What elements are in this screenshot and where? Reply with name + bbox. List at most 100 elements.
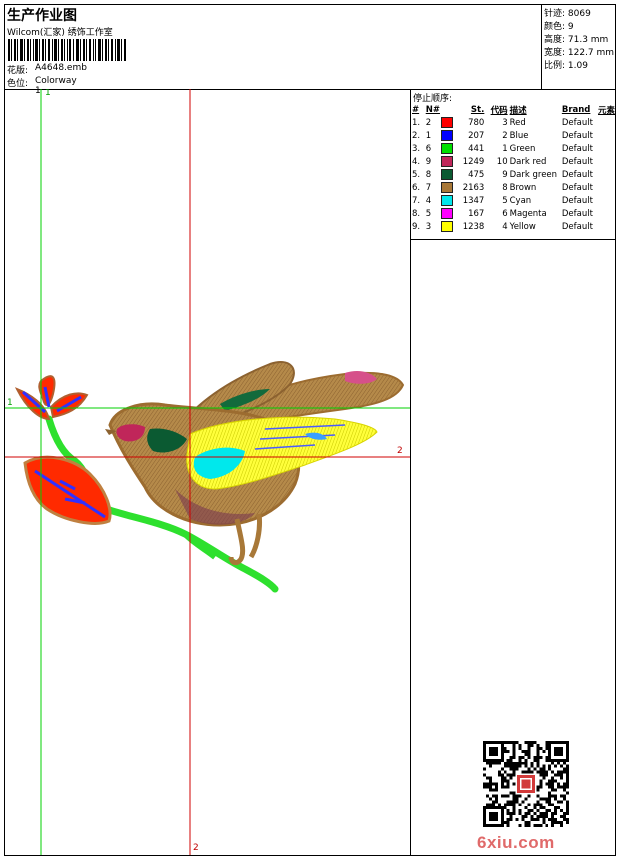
row-element <box>597 194 616 207</box>
embroidery-preview <box>5 89 410 855</box>
col-brand: Brand <box>561 104 591 115</box>
red-guide-right-label: 2 <box>397 446 403 456</box>
thread-row: 9. 3 1238 4 Yellow Default <box>411 220 616 233</box>
row-stitches: 780 <box>468 117 485 128</box>
design-width: 宽度: 122.7 mm <box>544 48 615 58</box>
green-guide-top-label: 1 <box>45 89 51 98</box>
green-guide-left-label: 1 <box>7 398 13 408</box>
row-code: 2 <box>502 130 508 141</box>
col-element: 元素 <box>597 105 615 116</box>
row-needle-and-color: 5 <box>425 207 454 220</box>
production-sheet: 生产作业图 Wilcom(汇家) 绣饰工作室 花版: A4648.emb 色位:… <box>4 4 616 856</box>
col-description: 描述 <box>509 105 527 116</box>
color-swatch <box>441 143 454 154</box>
row-index: 4. <box>412 156 421 167</box>
design-scale: 比例: 1.09 <box>544 61 588 71</box>
color-swatch <box>441 208 454 219</box>
col-stitches: St. <box>470 104 485 115</box>
row-stitches: 441 <box>468 143 485 154</box>
thread-table-header: # N# St. 代码 描述 Brand 元素 <box>411 103 616 116</box>
thread-row: 1. 2 780 3 Red Default <box>411 116 616 129</box>
row-description: Magenta <box>509 208 547 219</box>
row-element <box>597 129 616 142</box>
row-stitches: 1249 <box>462 156 485 167</box>
color-swatch <box>441 156 454 167</box>
row-code: 3 <box>502 117 508 128</box>
row-needle-and-color: 6 <box>425 142 454 155</box>
row-brand: Default <box>561 169 593 180</box>
row-needle-and-color: 2 <box>425 116 454 129</box>
color-swatch <box>441 130 454 141</box>
row-needle: 2 <box>425 118 432 128</box>
thread-table: # N# St. 代码 描述 Brand 元素 1. 2 780 3 Red Defaul… <box>411 103 616 233</box>
color-count: 颜色: 9 <box>544 22 574 32</box>
row-stitches: 1238 <box>462 221 485 232</box>
row-needle: 8 <box>425 170 432 180</box>
row-stitches: 167 <box>468 208 485 219</box>
row-element <box>597 181 616 194</box>
thread-row: 4. 9 1249 10 Dark red Default <box>411 155 616 168</box>
row-brand: Default <box>561 182 593 193</box>
design-stats: 针迹: 8069 颜色: 9 高度: 71.3 mm 宽度: 122.7 mm … <box>541 5 616 90</box>
row-needle: 9 <box>425 157 432 167</box>
row-code: 10 <box>496 156 508 167</box>
row-needle: 1 <box>425 131 432 141</box>
row-code: 6 <box>502 208 508 219</box>
row-needle-and-color: 3 <box>425 220 454 233</box>
row-index: 2. <box>412 130 421 141</box>
row-brand: Default <box>561 130 593 141</box>
row-index: 8. <box>412 208 421 219</box>
row-needle-and-color: 7 <box>425 181 454 194</box>
watermark-text: 6xiu.com <box>477 833 555 852</box>
row-element <box>597 116 616 129</box>
barcode-image <box>8 39 126 61</box>
col-code: 代码 <box>490 105 508 116</box>
company-name: Wilcom(汇家) 绣饰工作室 <box>7 28 113 38</box>
row-index: 9. <box>412 221 421 232</box>
row-brand: Default <box>561 117 593 128</box>
stitch-count: 针迹: 8069 <box>544 9 591 19</box>
row-code: 4 <box>502 221 508 232</box>
bird-embroidery <box>105 361 405 566</box>
row-needle-and-color: 9 <box>425 155 454 168</box>
color-swatch <box>441 221 454 232</box>
red-guide-bottom-label: 2 <box>193 843 199 853</box>
row-needle: 6 <box>425 144 432 154</box>
row-brand: Default <box>561 208 593 219</box>
table-divider <box>411 239 616 240</box>
row-description: Cyan <box>509 195 532 206</box>
row-needle-and-color: 8 <box>425 168 454 181</box>
row-needle: 7 <box>425 183 432 193</box>
row-description: Red <box>509 117 526 128</box>
row-stitches: 475 <box>468 169 485 180</box>
design-file-label: 花版: <box>7 66 29 76</box>
row-element <box>597 220 616 233</box>
row-description: Green <box>509 143 536 154</box>
row-element <box>597 155 616 168</box>
thread-row: 7. 4 1347 5 Cyan Default <box>411 194 616 207</box>
col-index: # <box>412 104 420 115</box>
row-code: 1 <box>502 143 508 154</box>
thread-row: 6. 7 2163 8 Brown Default <box>411 181 616 194</box>
thread-row: 3. 6 441 1 Green Default <box>411 142 616 155</box>
row-brand: Default <box>561 195 593 206</box>
color-swatch <box>441 182 454 193</box>
row-stitches: 1347 <box>462 195 485 206</box>
row-index: 7. <box>412 195 421 206</box>
row-code: 5 <box>502 195 508 206</box>
row-index: 6. <box>412 182 421 193</box>
row-needle-and-color: 4 <box>425 194 454 207</box>
design-preview: 1 1 2 2 <box>5 89 410 855</box>
col-needle: N# <box>425 104 440 115</box>
design-height: 高度: 71.3 mm <box>544 35 609 45</box>
row-brand: Default <box>561 143 593 154</box>
thread-row: 8. 5 167 6 Magenta Default <box>411 207 616 220</box>
color-swatch <box>441 195 454 206</box>
header: 生产作业图 Wilcom(汇家) 绣饰工作室 花版: A4648.emb 色位:… <box>5 5 541 96</box>
row-description: Brown <box>509 182 537 193</box>
row-index: 1. <box>412 117 421 128</box>
colorway-row: 色位: Colorway 1 <box>7 76 77 96</box>
row-index: 3. <box>412 143 421 154</box>
row-element <box>597 207 616 220</box>
page-title: 生产作业图 <box>7 8 77 24</box>
